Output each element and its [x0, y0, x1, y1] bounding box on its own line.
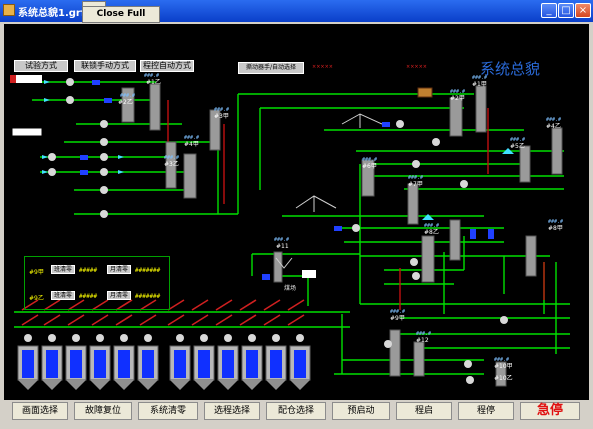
- shift-clear-button-2[interactable]: 班清零: [51, 291, 75, 300]
- close-full-screen-button[interactable]: Close Full Screen: [82, 6, 160, 34]
- screen-select-button[interactable]: 画面选择: [12, 402, 68, 420]
- red-note-2: ×××××: [406, 64, 427, 70]
- program-stop-button[interactable]: 程停: [458, 402, 514, 420]
- pre-start-button[interactable]: 预启动: [332, 402, 390, 420]
- red-note-1: ×××××: [312, 64, 333, 70]
- unit-label-16: #12: [416, 337, 429, 344]
- unit-label-11: #7甲: [408, 181, 423, 188]
- emergency-stop-button[interactable]: 急停: [520, 402, 580, 420]
- month-value-1: #######: [135, 267, 161, 274]
- shift-clear-button-1[interactable]: 班清零: [51, 265, 75, 274]
- program-start-button[interactable]: 程启: [396, 402, 452, 420]
- process-diagram: [10, 75, 570, 390]
- unit-label-8: #4乙: [546, 123, 561, 130]
- scada-window: 系统总貌1.grf _ □ × Close Full Screen: [0, 0, 593, 429]
- unit-label-18: #10乙: [494, 375, 513, 382]
- fault-reset-button[interactable]: 故障复位: [74, 402, 132, 420]
- tear-device-select-button[interactable]: 撕动器手/自动选择: [238, 62, 304, 74]
- unit-label-9: #5乙: [510, 143, 525, 150]
- unit-label-3: #3甲: [214, 113, 229, 120]
- unit-label-2: #2乙: [118, 99, 133, 106]
- alarm-block: [417, 87, 433, 98]
- maximize-button[interactable]: □: [558, 3, 574, 18]
- panel-row1-label: #9甲: [29, 269, 44, 276]
- process-canvas: 试验方式 联锁手动方式 程控自动方式 撕动器手/自动选择 ××××× ×××××…: [4, 24, 589, 400]
- unit-label-10: #6甲: [362, 163, 377, 170]
- unit-label-5: #3乙: [164, 161, 179, 168]
- chute-lines: [167, 100, 545, 310]
- unit-label-17: #10甲: [494, 363, 513, 370]
- direction-arrows: [42, 80, 514, 220]
- coal-tally-panel: #9甲 班清零 ##### 月清零 ####### #9乙 班清零 ##### …: [24, 256, 170, 310]
- coal-yard-label: 煤场: [284, 285, 297, 292]
- test-mode-button[interactable]: 试验方式: [14, 60, 68, 72]
- system-clear-button[interactable]: 系统清零: [138, 402, 198, 420]
- route-select-button[interactable]: 选程选择: [204, 402, 260, 420]
- manual-interlock-button[interactable]: 联锁手动方式: [74, 60, 136, 72]
- panel-row2-label: #9乙: [29, 295, 44, 302]
- minimize-button[interactable]: _: [541, 3, 557, 18]
- overview-title: 系统总貌: [480, 60, 541, 78]
- unit-label-14: #11: [276, 243, 289, 250]
- close-button[interactable]: ×: [575, 3, 591, 18]
- coal-silos: [17, 334, 311, 390]
- unit-label-6: #1甲: [472, 81, 487, 88]
- shift-value-1: #####: [79, 267, 98, 274]
- bunker-select-button[interactable]: 配仓选择: [266, 402, 326, 420]
- unit-label-12: #8乙: [424, 229, 439, 236]
- window-title: 系统总貌1.grf: [18, 8, 86, 19]
- unit-label-4: #4甲: [184, 141, 199, 148]
- unit-label-15: #9甲: [390, 315, 405, 322]
- conveyor-lines: [14, 81, 570, 375]
- month-clear-button-2[interactable]: 月清零: [107, 291, 131, 300]
- unit-label-7: #2甲: [450, 95, 465, 102]
- shift-value-2: #####: [79, 293, 98, 300]
- month-clear-button-1[interactable]: 月清零: [107, 265, 131, 274]
- rail-wagons: [10, 75, 316, 278]
- unit-label-13: #8甲: [548, 225, 563, 232]
- unit-label-1: #1乙: [146, 79, 161, 86]
- auto-program-button[interactable]: 程控自动方式: [140, 60, 194, 72]
- month-value-2: #######: [135, 293, 161, 300]
- app-icon: [3, 4, 15, 16]
